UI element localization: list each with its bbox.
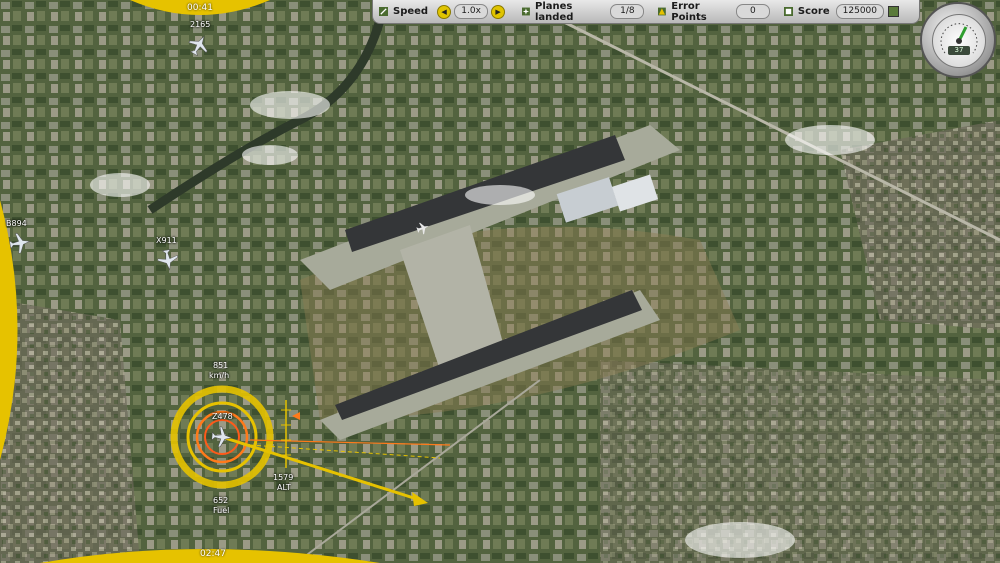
airport-satellite-map[interactable]: [0, 0, 1000, 563]
speed-value: 1.0x: [454, 4, 489, 19]
selected-alt-value: 1579: [273, 473, 294, 482]
timer-bottom: 02:47: [200, 549, 226, 559]
timer-top: 00:41: [187, 3, 213, 13]
score-value: 125000: [835, 4, 884, 19]
plane-label-2165: 2165: [190, 20, 211, 29]
score-group: Score 125000: [783, 4, 899, 19]
speed-icon: [379, 7, 388, 16]
plane-label-X911: X911: [156, 236, 177, 245]
planes-landed-label: Planes landed: [534, 0, 574, 23]
error-points-value: 0: [735, 4, 770, 19]
planes-landed-group: Planes landed 1/8: [522, 0, 645, 23]
gauge-readout: 37: [948, 46, 970, 55]
score-icon: [783, 7, 793, 16]
score-label: Score: [797, 6, 830, 17]
selected-fuel-label: Fuel: [213, 506, 230, 515]
speed-decrease-button[interactable]: ◀: [437, 4, 452, 19]
speed-group: Speed ◀ 1.0x ▶: [379, 4, 508, 19]
radar-gauge: 37: [920, 2, 996, 78]
planes-landed-value: 1/8: [610, 4, 645, 19]
error-points-label: Error Points: [671, 0, 707, 23]
selected-fuel-value: 652: [213, 496, 229, 505]
selected-speed-unit: km/h: [209, 371, 230, 380]
gauge-face: [932, 14, 986, 68]
plane-counter-icon: [522, 7, 530, 16]
error-points-group: Error Points 0: [658, 1, 770, 23]
plane-label-B894: B894: [6, 219, 27, 228]
menu-toggle-button[interactable]: [888, 6, 899, 17]
speed-increase-button[interactable]: ▶: [491, 4, 506, 19]
selected-speed-value: 851: [213, 361, 229, 370]
speed-label: Speed: [393, 6, 429, 17]
top-hud-bar: Speed ◀ 1.0x ▶ Planes landed 1/8 Error P…: [372, 0, 920, 24]
warning-icon: [658, 7, 667, 16]
selected-alt-label: ALT: [277, 483, 291, 492]
gauge-needle-icon: [940, 23, 978, 54]
selected-plane-id: Z478: [212, 412, 233, 421]
